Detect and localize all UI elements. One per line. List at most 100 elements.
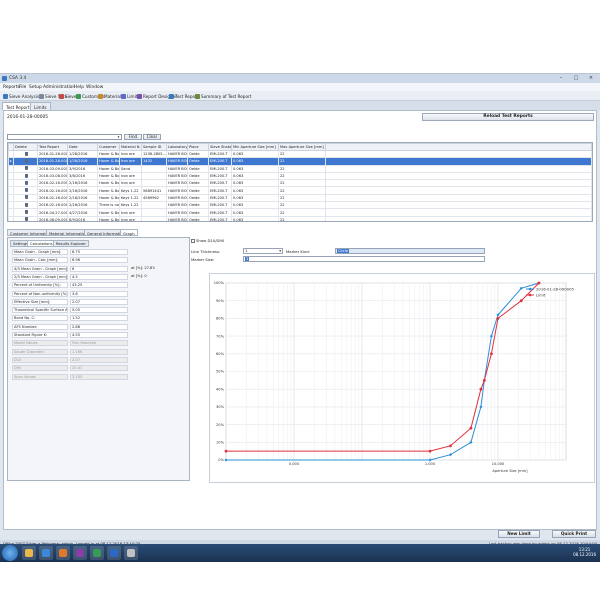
column-header[interactable]: Date [67, 143, 98, 151]
delete-cell[interactable] [13, 193, 38, 203]
table-row[interactable]: ▸2016-01-28-000...1/28/2016Haver & Bo...… [8, 157, 592, 166]
calc-value[interactable]: 3.6 [70, 290, 128, 297]
calc-value[interactable]: 1.52 [70, 315, 128, 322]
toolbar-sieve-analysis-button[interactable]: Sieve Analysis [3, 93, 39, 99]
delete-cell[interactable] [13, 149, 38, 159]
table-row[interactable]: 2016-02-16-000...2/16/2016There is no ..… [8, 201, 592, 210]
column-header[interactable]: Sieve Shaker [208, 143, 232, 151]
filler-cell [325, 179, 592, 188]
menu-file[interactable]: File [19, 85, 26, 90]
calc-value[interactable]: 6.96 [70, 257, 128, 264]
table-row[interactable]: 2016-03-09-001...3/9/2016Haver & Bo...Sa… [8, 164, 592, 173]
chevron-down-icon[interactable]: ▾ [116, 135, 121, 140]
trash-icon[interactable] [24, 202, 28, 207]
calc-value[interactable]: 4.5 [70, 273, 128, 280]
trash-icon[interactable] [24, 173, 28, 178]
menu-help[interactable]: Help [74, 85, 84, 90]
column-header[interactable]: Max Aperture Size [mm] [278, 143, 326, 151]
close-icon[interactable]: × [584, 75, 598, 81]
trash-icon[interactable] [24, 188, 28, 193]
table-row[interactable]: 2016-01-28-000...1/28/2016Haver & Bo...I… [8, 149, 592, 159]
trash-icon[interactable] [24, 210, 28, 215]
table-row[interactable]: 2016-02-16-000...2/16/2016Haver & Bo...I… [8, 179, 592, 188]
quick-print-button[interactable]: Quick Print [552, 530, 596, 538]
column-header[interactable]: Sample ID [141, 143, 167, 151]
new-limit-button[interactable]: New Limit [498, 530, 540, 538]
calc-value[interactable]: 5.05 [70, 307, 128, 314]
marker-kind-select[interactable]: Circle [335, 248, 485, 254]
calc-value[interactable]: 4.55 [70, 332, 128, 338]
table-row[interactable]: 2016-06-09-000...6/9/2016Haver & Bo...Ir… [8, 215, 592, 221]
table-cell: Iron ore [119, 215, 142, 221]
trash-icon[interactable] [24, 180, 28, 185]
column-header[interactable]: Place [187, 143, 209, 151]
clear-button[interactable]: Clear [143, 134, 161, 140]
menu-window[interactable]: Window [86, 85, 103, 90]
column-header[interactable]: Customer ... [97, 143, 120, 151]
maximize-icon[interactable]: □ [569, 75, 583, 81]
y-tick-label: 80% [216, 317, 225, 321]
column-header[interactable]: Laboratory [166, 143, 188, 151]
taskbar-outlook-icon[interactable] [107, 546, 121, 560]
marker-size-input[interactable]: 3 [243, 256, 485, 262]
find-button[interactable]: Find [124, 134, 142, 140]
calc-value[interactable]: 2.07 [70, 298, 128, 305]
calc-value[interactable]: 43.25 [70, 282, 128, 289]
calc-value[interactable]: 6 [70, 265, 128, 272]
menu-setup[interactable]: Setup [29, 85, 42, 90]
column-header[interactable]: Delete [13, 143, 38, 151]
customers-icon [76, 93, 81, 99]
title-bar: CSA 3.4 – □ × [0, 74, 600, 83]
show-d10-d90-toggle[interactable]: Show D10/D90 [191, 238, 224, 243]
delete-cell[interactable] [13, 164, 38, 173]
minimize-icon[interactable]: – [554, 75, 568, 81]
tab-limits[interactable]: Limits [30, 102, 51, 110]
trash-icon[interactable] [24, 158, 28, 163]
toolbar-materials-button[interactable]: Materials [98, 93, 123, 99]
delete-cell[interactable] [13, 215, 38, 221]
delete-cell[interactable] [13, 179, 38, 188]
column-header[interactable]: Min Aperture Size [mm] [231, 143, 279, 151]
table-row[interactable]: 2016-02-16-000...2/16/2016Haver & Bo...K… [8, 186, 592, 195]
tab-calculations[interactable]: Calculations [27, 240, 56, 247]
delete-cell[interactable] [13, 208, 38, 217]
trash-icon[interactable] [24, 151, 28, 156]
taskbar-explorer-icon[interactable] [22, 546, 36, 560]
y-tick-label: 40% [216, 387, 225, 391]
calc-row: Percent of Non-uniformity [%]: 3.6 [10, 290, 189, 298]
tab-graph[interactable]: Graph [120, 229, 138, 236]
search-input[interactable]: ▾ [7, 134, 122, 140]
reload-test-reports-button[interactable]: Reload Test Reports [422, 113, 594, 121]
checkbox[interactable] [191, 238, 195, 243]
table-row[interactable]: 2016-02-16-000...2/16/2016Haver & Bo...K… [8, 193, 592, 203]
column-header[interactable]: Material N... [119, 143, 142, 151]
calc-value[interactable]: 2.88 [70, 323, 128, 330]
trash-icon[interactable] [24, 217, 28, 221]
trash-icon[interactable] [24, 166, 28, 171]
table-row[interactable]: 2016-04-27-001...4/27/2016Haver & Bo...I… [8, 208, 592, 217]
toolbar-summary-of-test-report-button[interactable]: Summary of Test Report [195, 93, 251, 99]
table-row[interactable]: 2016-03-08-000...3/8/2016Haver & Bo...Ir… [8, 171, 592, 181]
data-point [519, 299, 523, 303]
taskbar-onenote-icon[interactable] [73, 546, 87, 560]
column-header[interactable]: Test Report [37, 143, 68, 151]
delete-cell[interactable] [13, 201, 38, 210]
calc-value[interactable]: 6.75 [70, 249, 128, 255]
taskbar-tool-icon[interactable] [124, 546, 138, 560]
tab-results-explorer[interactable]: Results Explorer [53, 240, 89, 247]
test-report-panel: 2016-01-28-00005 Reload Test Reports ▾ F… [3, 110, 597, 530]
table-cell: 0.063 [231, 201, 279, 210]
delete-cell[interactable] [13, 186, 38, 195]
delete-cell[interactable] [13, 171, 38, 181]
taskbar-csa-icon[interactable] [90, 546, 104, 560]
menu-administration[interactable]: Administration [43, 85, 75, 90]
table-cell: Oelde [187, 149, 209, 159]
taskbar-browser-icon[interactable] [39, 546, 53, 560]
start-button[interactable] [2, 545, 18, 561]
menu-reports[interactable]: Reports [3, 85, 20, 90]
delete-cell[interactable] [13, 157, 38, 166]
trash-icon[interactable] [24, 195, 28, 200]
taskbar-media-icon[interactable] [56, 546, 70, 560]
line-thickness-select[interactable]: 1 ▾ [243, 248, 283, 254]
tab-test-report[interactable]: Test Report [2, 102, 34, 110]
